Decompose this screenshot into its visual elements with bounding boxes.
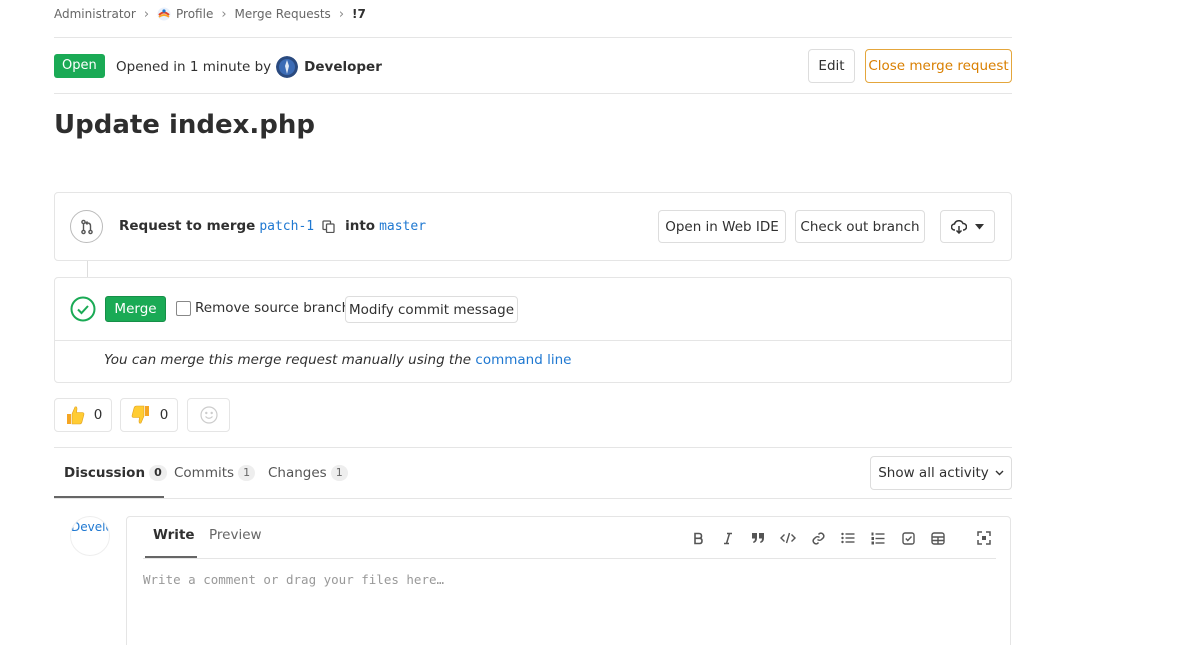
tab-commits[interactable]: Commits 1 <box>174 463 256 483</box>
manual-merge-hint: You can merge this merge request manuall… <box>104 352 571 368</box>
bold-icon[interactable] <box>690 530 706 546</box>
link-icon[interactable] <box>810 530 826 546</box>
chevron-right-icon: › <box>338 6 345 22</box>
close-merge-request-button[interactable]: Close merge request <box>865 49 1012 83</box>
chevron-down-icon <box>995 470 1004 476</box>
divider <box>54 37 1012 38</box>
tab-changes[interactable]: Changes 1 <box>268 463 348 483</box>
breadcrumb-current[interactable]: !7 <box>352 7 366 21</box>
remove-source-branch-label: Remove source branch <box>195 300 351 316</box>
divider <box>54 447 1012 448</box>
tab-discussion-count: 0 <box>149 465 167 481</box>
merge-button[interactable]: Merge <box>105 296 166 322</box>
opened-info: Opened in 1 minute by Developer <box>116 56 382 78</box>
quote-icon[interactable] <box>750 530 766 546</box>
breadcrumb-profile[interactable]: Profile <box>157 7 213 21</box>
avatar[interactable]: Developer <box>70 516 110 556</box>
breadcrumb: Administrator › Profile › Merge Requests… <box>54 0 366 28</box>
add-reaction-button[interactable] <box>187 398 230 432</box>
status-success-icon <box>70 296 96 322</box>
modify-commit-message-button[interactable]: Modify commit message <box>345 296 518 323</box>
code-icon[interactable] <box>780 530 796 546</box>
into-label: into <box>345 218 376 234</box>
project-avatar-icon <box>157 7 171 21</box>
thumbs-down-award-button[interactable]: 0 <box>120 398 178 432</box>
divider <box>55 340 1011 341</box>
comment-textarea[interactable]: Write a comment or drag your files here… <box>143 572 444 587</box>
thumbs-down-count: 0 <box>159 407 169 423</box>
table-icon[interactable] <box>930 530 946 546</box>
thumbs-up-award-button[interactable]: 0 <box>54 398 112 432</box>
remove-source-branch-option[interactable]: Remove source branch <box>176 298 350 318</box>
status-badge: Open <box>54 54 105 78</box>
author-link[interactable]: Developer <box>304 59 382 75</box>
page-title: Update index.php <box>54 110 316 140</box>
tab-changes-label: Changes <box>268 465 327 481</box>
manual-merge-text: You can merge this merge request manuall… <box>104 352 472 368</box>
tab-discussion[interactable]: Discussion 0 <box>64 463 167 483</box>
request-to-merge-label: Request to merge <box>119 218 256 234</box>
task-list-icon[interactable] <box>900 530 916 546</box>
tab-changes-count: 1 <box>330 465 348 481</box>
breadcrumb-merge-requests[interactable]: Merge Requests <box>235 7 331 21</box>
divider <box>143 558 996 559</box>
tab-commits-count: 1 <box>238 465 256 481</box>
bullet-list-icon[interactable] <box>840 530 856 546</box>
tab-discussion-label: Discussion <box>64 465 146 481</box>
command-line-link[interactable]: command line <box>475 352 571 368</box>
caret-down-icon <box>975 223 984 229</box>
connector-line <box>87 261 88 277</box>
numbered-list-icon[interactable] <box>870 530 886 546</box>
thumbs-down-icon <box>131 405 149 424</box>
italic-icon[interactable] <box>720 530 736 546</box>
tab-commits-label: Commits <box>174 465 235 481</box>
breadcrumb-administrator[interactable]: Administrator <box>54 7 136 21</box>
remove-source-branch-checkbox[interactable] <box>176 300 191 316</box>
source-branch-link[interactable]: patch-1 <box>259 219 314 234</box>
fullscreen-icon[interactable] <box>976 530 992 546</box>
download-dropdown-button[interactable] <box>940 210 995 243</box>
thumbs-up-icon <box>66 406 84 425</box>
smiley-icon <box>199 406 218 424</box>
cloud-download-icon <box>951 219 967 234</box>
active-tab-indicator <box>54 496 164 498</box>
target-branch-link[interactable]: master <box>379 219 426 234</box>
tab-write[interactable]: Write <box>153 527 195 543</box>
edit-button[interactable]: Edit <box>808 49 855 83</box>
check-out-branch-button[interactable]: Check out branch <box>795 210 925 243</box>
open-web-ide-button[interactable]: Open in Web IDE <box>658 210 786 243</box>
avatar[interactable] <box>276 56 299 78</box>
opened-text: Opened in 1 minute by <box>116 59 272 75</box>
tabs-divider <box>54 498 1012 499</box>
activity-filter-dropdown[interactable]: Show all activity <box>870 456 1012 490</box>
copy-icon[interactable] <box>322 219 335 233</box>
breadcrumb-profile-label: Profile <box>176 7 214 21</box>
git-merge-icon <box>70 210 103 243</box>
divider <box>54 93 1012 94</box>
activity-filter-label: Show all activity <box>878 465 989 481</box>
chevron-right-icon: › <box>143 6 150 22</box>
thumbs-up-count: 0 <box>93 407 103 423</box>
tab-preview[interactable]: Preview <box>209 527 262 543</box>
merge-request-branches: Request to merge patch-1 into master <box>119 216 426 236</box>
chevron-right-icon: › <box>221 6 227 22</box>
